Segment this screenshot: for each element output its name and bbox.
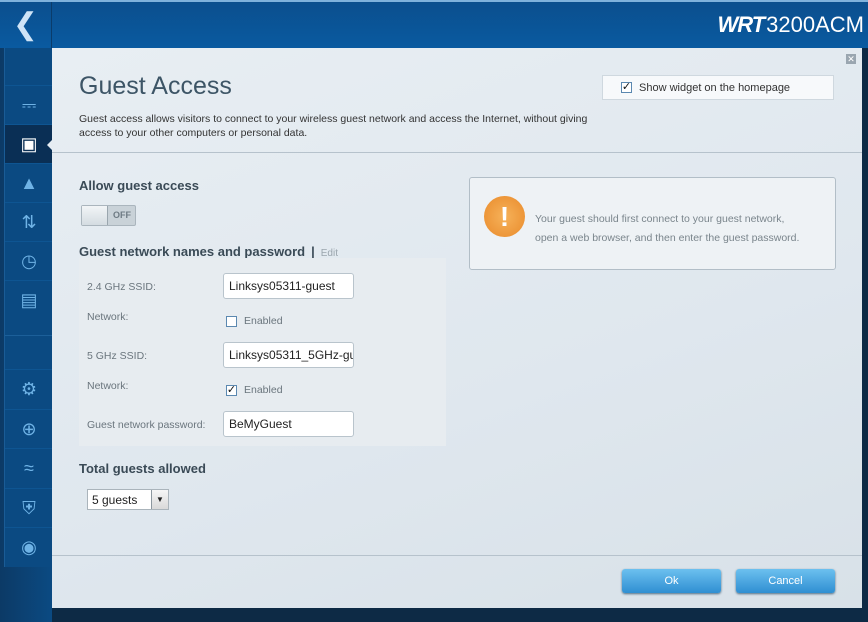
sidebar-item-wireless[interactable]: ≈ [5, 448, 53, 487]
checkbox-checked-icon[interactable]: ✓ [621, 82, 632, 93]
sidebar-item-speed-test[interactable]: ◷ [5, 241, 53, 280]
network24-enabled-checkbox[interactable]: Enabled [226, 315, 283, 327]
total-guests-heading: Total guests allowed [79, 461, 206, 476]
close-icon: ✕ [847, 54, 855, 64]
show-widget-checkbox[interactable]: ✓ Show widget on the homepage [602, 75, 834, 100]
guest-access-toggle[interactable]: OFF [81, 205, 136, 226]
troubleshooting-icon: ⊕ [21, 418, 37, 439]
separator: | [311, 244, 315, 259]
sidebar-item-guest-access[interactable]: ▣ [5, 124, 53, 163]
openvpn-icon: ◉ [21, 536, 37, 557]
brand-logo-wrt: WRT [717, 12, 765, 37]
names-heading: Guest network names and password | Edit [79, 244, 338, 259]
network24-enabled-label: Enabled [244, 315, 283, 327]
ssid24-label: 2.4 GHz SSID: [87, 281, 156, 293]
network5-enabled-checkbox[interactable]: ✓ Enabled [226, 384, 283, 396]
cancel-button[interactable]: Cancel [736, 569, 835, 593]
info-text: Your guest should first connect to your … [535, 210, 835, 248]
guest-network-form: 2.4 GHz SSID: Linksys05311-guest Network… [79, 258, 446, 446]
page-description: Guest access allows visitors to connect … [79, 113, 588, 139]
chevron-left-icon: ❮ [12, 8, 39, 41]
media-prioritization-icon: ⇅ [21, 211, 37, 232]
sidebar-item-troubleshooting[interactable]: ⊕ [5, 409, 53, 448]
info-text-line-1: Your guest should first connect to your … [535, 213, 785, 225]
close-button[interactable]: ✕ [846, 54, 856, 64]
ssid24-input[interactable]: Linksys05311-guest [223, 273, 354, 299]
total-guests-value: 5 guests [92, 493, 138, 507]
top-bar: ❮ WRT3200ACM [0, 0, 868, 50]
total-guests-select[interactable]: 5 guests ▼ [87, 489, 169, 510]
network24-label: Network: [87, 311, 129, 323]
ok-button[interactable]: Ok [622, 569, 721, 593]
sidebar-item-parental-controls[interactable]: ▲ [5, 163, 53, 202]
checkbox-checked-icon[interactable]: ✓ [226, 384, 237, 396]
warning-icon: ! [484, 196, 525, 237]
page-title: Guest Access [79, 72, 232, 100]
gear-icon: ⚙ [20, 378, 38, 399]
names-heading-text: Guest network names and password [79, 244, 306, 259]
toggle-state: OFF [113, 210, 131, 220]
chevron-down-icon[interactable]: ▼ [151, 490, 168, 509]
info-text-line-2: open a web browser, and then enter the g… [535, 232, 800, 244]
parental-controls-icon: ▲ [20, 172, 38, 193]
sidebar-item-openvpn[interactable]: ◉ [5, 527, 53, 566]
info-box: ! Your guest should first connect to you… [469, 177, 836, 270]
network5-enabled-label: Enabled [244, 384, 283, 396]
external-storage-icon: ▤ [20, 289, 38, 310]
guest-access-dialog: ✕ Guest Access Guest access allows visit… [52, 48, 862, 608]
sidebar-item-router[interactable]: ⎓ [5, 85, 53, 124]
guest-access-icon: ▣ [20, 133, 38, 154]
router-icon: ⎓ [21, 94, 37, 115]
allow-guest-heading: Allow guest access [79, 178, 199, 193]
network5-label: Network: [87, 380, 129, 392]
sidebar-item-external-storage[interactable]: ▤ [5, 280, 53, 319]
speed-test-icon: ◷ [21, 250, 37, 271]
ssid5-label: 5 GHz SSID: [87, 350, 148, 362]
brand-logo: WRT3200ACM [717, 12, 864, 38]
sidebar: ⎓ ▣ ▲ ⇅ ◷ ▤ ⚙ ⊕ ≈ ⛨ ◉ [0, 48, 53, 622]
shield-lock-icon: ⛨ [22, 497, 36, 518]
sidebar-item-security[interactable]: ⛨ [5, 488, 53, 527]
checkbox-unchecked-icon[interactable] [226, 315, 237, 327]
brand-model: 3200ACM [766, 12, 864, 37]
wifi-icon: ≈ [24, 457, 34, 478]
show-widget-label: Show widget on the homepage [639, 81, 791, 94]
password-label: Guest network password: [87, 419, 206, 431]
password-input[interactable]: BeMyGuest [223, 411, 354, 437]
ssid5-input[interactable]: Linksys05311_5GHz-guest [223, 342, 354, 368]
back-button[interactable]: ❮ [0, 2, 52, 50]
sidebar-item-media-prioritization[interactable]: ⇅ [5, 202, 53, 241]
sidebar-item-connectivity[interactable]: ⚙ [5, 369, 53, 408]
